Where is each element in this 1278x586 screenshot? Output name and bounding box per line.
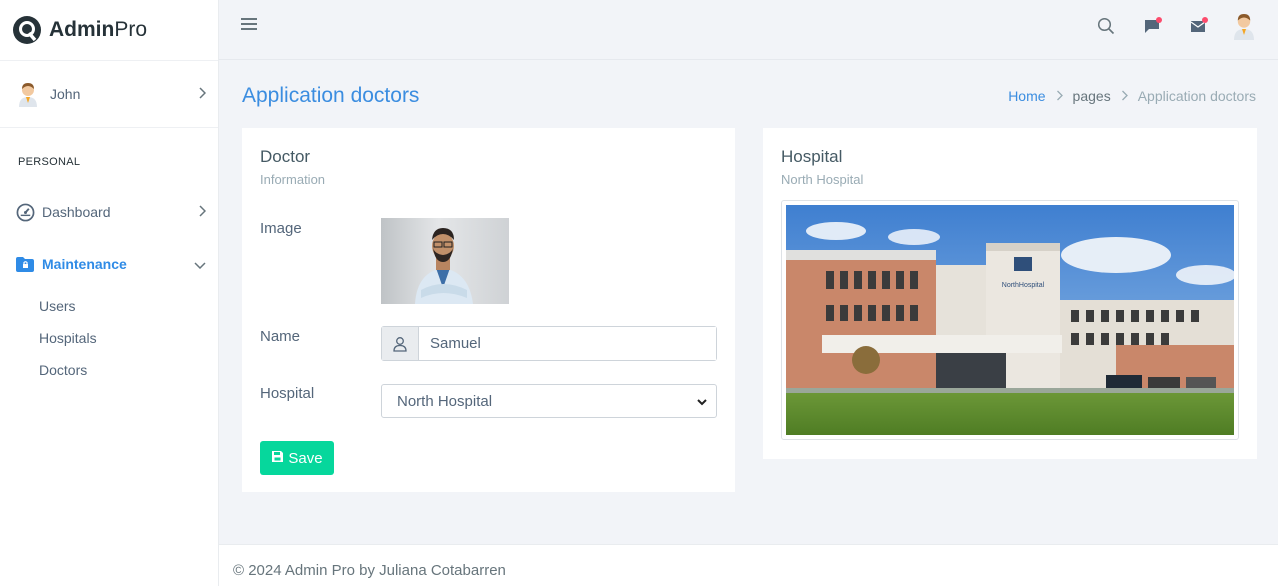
search-icon[interactable] bbox=[1094, 14, 1118, 38]
sidebar-item-dashboard[interactable]: Dashboard bbox=[0, 186, 218, 238]
folder-lock-icon bbox=[15, 254, 35, 274]
chevron-right-icon bbox=[1121, 88, 1128, 104]
save-icon bbox=[271, 450, 284, 467]
hospital-image-frame: NorthHospital bbox=[781, 200, 1239, 440]
hospital-photo: NorthHospital bbox=[786, 205, 1234, 435]
name-field-group bbox=[381, 326, 717, 361]
chevron-right-icon bbox=[198, 86, 207, 102]
gauge-icon bbox=[15, 202, 35, 222]
footer: © 2024 Admin Pro by Juliana Cotabarren bbox=[219, 544, 1278, 586]
mail-icon[interactable] bbox=[1186, 14, 1210, 38]
sidebar: AdminPro John PERSONAL Dashboard Mainten… bbox=[0, 0, 219, 586]
card-subtitle: Information bbox=[260, 172, 326, 187]
user-icon bbox=[382, 327, 419, 360]
page-title: Application doctors bbox=[242, 84, 420, 107]
chevron-right-icon bbox=[198, 204, 207, 220]
sidebar-item-label: Dashboard bbox=[42, 204, 111, 220]
image-label: Image bbox=[260, 220, 302, 237]
sidebar-subitem-users[interactable]: Users bbox=[39, 290, 218, 322]
save-label: Save bbox=[288, 449, 323, 467]
hospital-label: Hospital bbox=[260, 385, 315, 402]
sidebar-item-maintenance[interactable]: Maintenance bbox=[0, 238, 218, 290]
brand-name: AdminPro bbox=[49, 18, 148, 41]
hospital-select[interactable]: North Hospital bbox=[381, 384, 717, 418]
user-name: John bbox=[50, 86, 81, 102]
chevron-down-icon bbox=[194, 256, 206, 272]
sidebar-user[interactable]: John bbox=[0, 60, 218, 128]
hospital-card: Hospital North Hospital NorthHospital bbox=[763, 128, 1257, 459]
topbar bbox=[219, 0, 1278, 60]
svg-text:NorthHospital: NorthHospital bbox=[1002, 282, 1045, 289]
sidebar-item-label: Maintenance bbox=[42, 256, 127, 272]
brand-logo[interactable]: AdminPro bbox=[0, 0, 218, 60]
sidebar-subitem-doctors[interactable]: Doctors bbox=[39, 354, 218, 386]
breadcrumb-current: Application doctors bbox=[1137, 88, 1256, 104]
chevron-right-icon bbox=[1056, 88, 1063, 104]
notification-dot bbox=[1202, 17, 1208, 23]
card-title: Doctor bbox=[260, 147, 311, 166]
messages-icon[interactable] bbox=[1140, 14, 1164, 38]
maintenance-submenu: Users Hospitals Doctors bbox=[0, 290, 218, 386]
breadcrumb: Home pages Application doctors bbox=[1008, 88, 1256, 104]
doctor-photo bbox=[381, 218, 509, 304]
save-button[interactable]: Save bbox=[260, 441, 334, 475]
chevron-down-icon bbox=[696, 395, 708, 412]
name-input[interactable] bbox=[419, 327, 716, 360]
nav-section-label: PERSONAL bbox=[18, 156, 81, 168]
avatar[interactable] bbox=[1232, 14, 1256, 40]
avatar bbox=[19, 83, 37, 107]
card-subtitle: North Hospital bbox=[781, 172, 864, 187]
sidebar-subitem-hospitals[interactable]: Hospitals bbox=[39, 322, 218, 354]
name-label: Name bbox=[260, 328, 301, 345]
notification-dot bbox=[1156, 17, 1162, 23]
logo-icon bbox=[13, 16, 41, 44]
menu-toggle-icon[interactable] bbox=[241, 18, 257, 32]
breadcrumb-home[interactable]: Home bbox=[1008, 88, 1045, 104]
card-title: Hospital bbox=[781, 147, 843, 166]
breadcrumb-pages[interactable]: pages bbox=[1073, 88, 1111, 104]
doctor-card: Doctor Information Image Name Hospital N… bbox=[242, 128, 735, 492]
hospital-select-value: North Hospital bbox=[397, 392, 493, 410]
